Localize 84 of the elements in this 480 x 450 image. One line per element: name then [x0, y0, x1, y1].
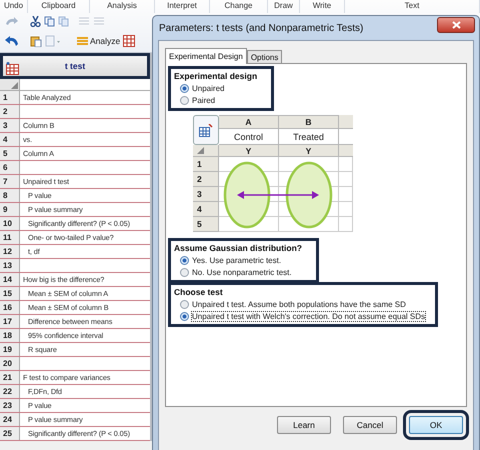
row-number: 19 [0, 343, 20, 356]
radio-button[interactable] [180, 268, 189, 277]
radio-button[interactable] [180, 300, 189, 309]
row-number: 20 [0, 357, 20, 370]
row-number: 17 [0, 315, 20, 328]
row-number: 18 [0, 329, 20, 342]
table-cell [339, 187, 353, 202]
close-icon [452, 21, 460, 29]
row-number: 16 [0, 301, 20, 314]
row-number: 11 [0, 231, 20, 244]
row-number: 5 [193, 217, 219, 232]
paste-icon[interactable] [30, 35, 42, 47]
row-number: 1 [0, 91, 20, 104]
column-letter: A [219, 115, 279, 129]
row-number: 21 [0, 371, 20, 384]
ribbon-group-label: Interpret [167, 0, 197, 12]
radio-option[interactable]: No. Use nonparametric test. [174, 268, 313, 277]
window-title: Parameters: t tests (and Nonparametric Tests) [159, 22, 364, 34]
column-subtitle: Y [219, 145, 279, 157]
row-number: 2 [0, 105, 20, 118]
dialog-button[interactable]: Cancel [343, 416, 397, 434]
radio-option[interactable]: Unpaired t test. Assume both populations have the same SD [174, 300, 432, 309]
copy-icon[interactable] [44, 16, 55, 27]
radio-option[interactable]: Paired [174, 96, 268, 105]
ribbon-group-label: Text [404, 0, 420, 12]
radio-option[interactable]: Unpaired t test with Welch's correction. Do not assume equal SDs [174, 312, 432, 321]
row-number: 15 [0, 287, 20, 300]
ribbon-group-label: Clipboard [41, 0, 76, 12]
table-icon[interactable] [123, 35, 136, 47]
group-title: Choose test [174, 287, 224, 297]
close-button[interactable] [437, 17, 475, 33]
scissors-icon[interactable] [30, 16, 41, 27]
ellipse [224, 162, 270, 228]
radio-option[interactable]: Unpaired [174, 84, 268, 93]
radio-option[interactable]: Yes. Use parametric test. [174, 256, 313, 265]
group-title: Experimental design [174, 71, 258, 81]
row-number: 9 [0, 203, 20, 216]
row-number: 7 [0, 175, 20, 188]
ribbon-group-label: Analysis [107, 0, 137, 12]
row-number: 1 [193, 157, 219, 172]
row-number: 22 [0, 385, 20, 398]
ribbon-group-label: Change [224, 0, 253, 12]
row-number: 6 [0, 161, 20, 174]
radio-button[interactable] [180, 256, 189, 265]
row-number: 8 [0, 189, 20, 202]
radio-button[interactable] [180, 96, 189, 105]
ribbon-group-label: Undo [4, 0, 24, 12]
table-cell [339, 172, 353, 187]
corner-icon [197, 147, 204, 154]
ribbon-group-label: Write [312, 0, 332, 12]
row-number: 4 [193, 202, 219, 217]
tab[interactable]: Options [246, 50, 282, 63]
table-cell [339, 115, 353, 129]
row-number: 4 [0, 133, 20, 146]
table-settings-icon [199, 124, 213, 136]
row-number: 10 [0, 217, 20, 230]
row-number: 23 [0, 399, 20, 412]
row-number: 24 [0, 413, 20, 426]
row-number: 5 [0, 147, 20, 160]
row-number: 3 [0, 119, 20, 132]
radio-button[interactable] [180, 312, 189, 321]
dialog-button[interactable]: Learn [277, 416, 331, 434]
tab[interactable]: Experimental Design [165, 48, 247, 64]
corner-icon [11, 82, 18, 89]
column-subtitle: Y [279, 145, 339, 157]
analyze-button[interactable]: Analyze [77, 36, 120, 46]
table-cell [339, 157, 353, 172]
table-icon [6, 62, 19, 75]
row-number: 25 [0, 427, 20, 440]
radio-button[interactable] [180, 84, 189, 93]
analyze-icon [77, 37, 88, 45]
row-number: 13 [0, 259, 20, 272]
table-cell [339, 217, 353, 232]
column-letter: B [279, 115, 339, 129]
ellipse [286, 162, 332, 228]
row-number: 3 [193, 187, 219, 202]
table-cell [339, 202, 353, 217]
sheet-title: t test [64, 61, 86, 71]
table-cell [339, 145, 353, 157]
ribbon-group-label: Draw [274, 0, 293, 12]
row-number: 2 [193, 172, 219, 187]
group-title: Assume Gaussian distribution? [174, 243, 303, 253]
row-number: 12 [0, 245, 20, 258]
row-number: 14 [0, 273, 20, 286]
